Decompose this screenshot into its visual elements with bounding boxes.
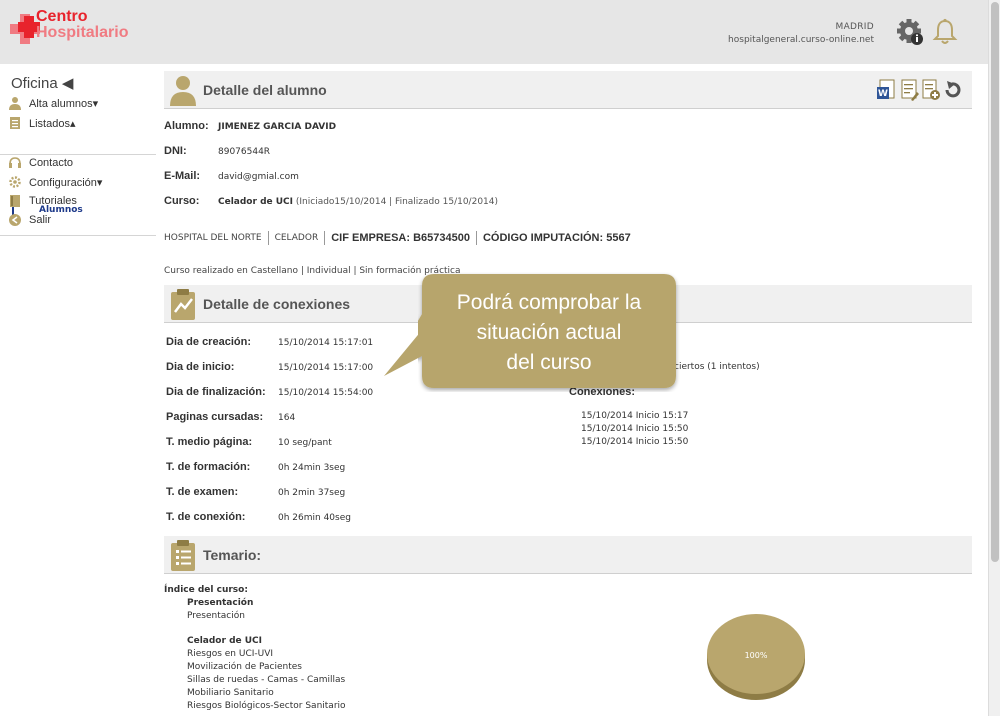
- sidebar-item-label: Listados▴: [29, 117, 76, 130]
- formacion-value: 0h 24min 3seg: [278, 463, 346, 473]
- paginas-label: Paginas cursadas:: [166, 411, 264, 423]
- sidebar-divider: [0, 235, 156, 236]
- student-role: CELADOR: [274, 233, 319, 243]
- curso-value: Celador de UCI (Iniciado15/10/2014 | Fin…: [218, 197, 498, 207]
- temario-group-title: Presentación: [187, 598, 254, 608]
- list-icon: [10, 117, 20, 129]
- progress-pie-chart: 100%: [707, 614, 805, 700]
- sidebar-item-label: Tutoriales: [29, 195, 77, 207]
- header-city: MADRID: [835, 22, 874, 32]
- cif-empresa: CIF EMPRESA: B65734500: [331, 232, 470, 244]
- sidebar-item-alta-alumnos[interactable]: Alta alumnos▾: [8, 95, 98, 111]
- connection-log-entry: 15/10/2014 Inicio 15:17: [581, 411, 689, 421]
- student-company-line: HOSPITAL DEL NORTE CELADOR CIF EMPRESA: …: [164, 231, 631, 245]
- headset-icon: [9, 157, 21, 168]
- header-host: hospitalgeneral.curso-online.net: [728, 35, 874, 45]
- user-icon: [9, 97, 21, 110]
- connection-log-entry: 15/10/2014 Inicio 15:50: [581, 437, 689, 447]
- separator: [475, 231, 477, 245]
- alumno-value: JIMENEZ GARCIA DAVID: [218, 122, 337, 132]
- temario-item[interactable]: Mobiliario Sanitario: [187, 688, 274, 698]
- medio-pagina-label: T. medio página:: [166, 436, 253, 448]
- settings-info-icon[interactable]: [896, 18, 924, 46]
- temario-group-title: Celador de UCI: [187, 636, 263, 646]
- dni-value: 89076544R: [218, 147, 271, 157]
- creacion-value: 15/10/2014 15:17:01: [278, 338, 374, 348]
- sidebar-item-label: Contacto: [29, 157, 74, 169]
- section-header-detalle-alumno: Detalle del alumno W: [164, 71, 972, 109]
- connection-log-entry: 15/10/2014 Inicio 15:50: [581, 424, 689, 434]
- gear-icon: [9, 176, 21, 188]
- curso-label: Curso:: [164, 195, 200, 207]
- temario-item[interactable]: Presentación: [187, 611, 245, 621]
- logo[interactable]: Centro Hospitalario: [8, 8, 148, 48]
- callout-line: Podrá comprobar la: [456, 291, 642, 314]
- email-value: david@gmial.com: [218, 172, 299, 182]
- clipboard-chart-icon: [171, 289, 195, 320]
- examen-value: 0h 2min 37seg: [278, 488, 346, 498]
- svg-text:W: W: [878, 89, 888, 99]
- paginas-value: 164: [278, 413, 296, 423]
- curso-name: Celador de UCI: [218, 197, 294, 207]
- sidebar-item-salir[interactable]: Salir: [8, 212, 51, 228]
- callout-text: Podrá comprobar la situación actual del …: [418, 288, 680, 378]
- page-scrollbar[interactable]: [988, 0, 1000, 716]
- section-header-temario: Temario:: [164, 536, 972, 574]
- student-avatar-icon: [170, 76, 196, 106]
- section-title: Detalle de conexiones: [203, 296, 351, 312]
- section-title: Temario:: [203, 547, 262, 563]
- temario-item[interactable]: Riesgos Biológicos-Sector Sanitario: [187, 701, 346, 711]
- exit-icon: [9, 214, 21, 226]
- sidebar-item-tutoriales[interactable]: Tutoriales: [8, 193, 77, 209]
- separator: [267, 231, 269, 245]
- email-label: E-Mail:: [164, 170, 201, 182]
- sidebar-item-label: Salir: [29, 214, 52, 226]
- report-add-icon[interactable]: [921, 79, 940, 101]
- sidebar-item-listados[interactable]: Listados▴: [8, 115, 76, 131]
- logo-text-line2: Hospitalario: [36, 24, 129, 41]
- notification-bell-icon[interactable]: [932, 18, 958, 46]
- codigo-imputacion: CÓDIGO IMPUTACIÓN: 5567: [482, 232, 631, 244]
- sidebar-item-contacto[interactable]: Contacto: [8, 155, 73, 171]
- course-index-label: Índice del curso:: [164, 585, 248, 595]
- inicio-value: 15/10/2014 15:17:00: [278, 363, 374, 373]
- callout-line: del curso: [506, 351, 592, 374]
- creacion-label: Dia de creación:: [166, 336, 251, 348]
- exam-result-partial: ciertos (1 intentos): [674, 362, 760, 372]
- conexion-value: 0h 26min 40seg: [278, 513, 351, 523]
- sidebar-item-label: Alta alumnos▾: [29, 97, 99, 110]
- temario-item[interactable]: Riesgos en UCI-UVI: [187, 649, 273, 659]
- back-arrow-icon[interactable]: [943, 79, 962, 101]
- formacion-label: T. de formación:: [166, 461, 251, 473]
- temario-item[interactable]: Sillas de ruedas - Camas - Camillas: [187, 675, 345, 685]
- alumno-label: Alumno:: [164, 120, 209, 132]
- examen-label: T. de examen:: [166, 486, 239, 498]
- word-export-icon[interactable]: W: [877, 79, 896, 101]
- app-header: Centro Hospitalario MADRID hospitalgener…: [0, 0, 988, 64]
- separator: [324, 231, 326, 245]
- sidebar-title[interactable]: Oficina ◀: [11, 74, 73, 92]
- book-icon: [10, 195, 20, 207]
- scrollbar-thumb[interactable]: [991, 2, 999, 562]
- sidebar-item-label: Configuración▾: [29, 176, 103, 189]
- hospital-name: HOSPITAL DEL NORTE: [164, 233, 262, 243]
- conexion-label: T. de conexión:: [166, 511, 246, 523]
- dni-label: DNI:: [164, 145, 187, 157]
- pie-label: 100%: [745, 651, 768, 660]
- temario-item[interactable]: Movilización de Pacientes: [187, 662, 302, 672]
- sidebar-item-configuracion[interactable]: Configuración▾: [8, 174, 102, 190]
- finalizacion-label: Dia de finalización:: [166, 386, 266, 398]
- report-edit-icon[interactable]: [900, 79, 919, 101]
- curso-dates: (Iniciado15/10/2014 | Finalizado 15/10/2…: [293, 197, 499, 207]
- callout-line: situación actual: [476, 321, 622, 344]
- medio-pagina-value: 10 seg/pant: [278, 438, 332, 448]
- finalizacion-value: 15/10/2014 15:54:00: [278, 388, 374, 398]
- section-title: Detalle del alumno: [203, 82, 327, 98]
- course-note: Curso realizado en Castellano | Individu…: [164, 266, 461, 276]
- clipboard-list-icon: [171, 540, 195, 571]
- inicio-label: Dia de inicio:: [166, 361, 235, 373]
